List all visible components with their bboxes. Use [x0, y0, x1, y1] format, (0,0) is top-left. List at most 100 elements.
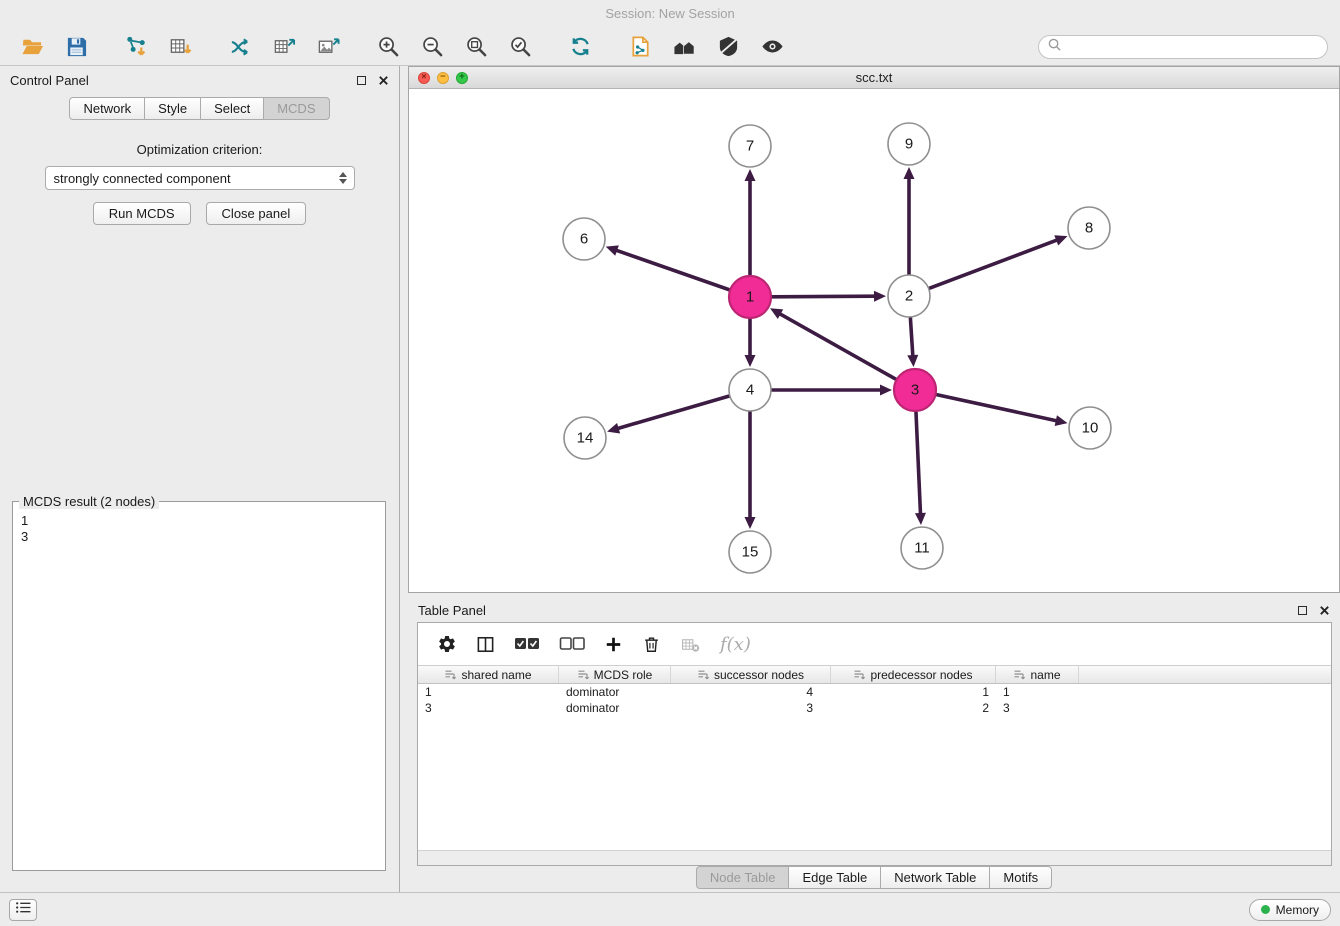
graph-node-15[interactable]: 15 — [729, 531, 771, 573]
select-all-button[interactable] — [514, 636, 540, 652]
column-header-mcds-role[interactable]: MCDS role — [559, 666, 671, 683]
tab-edge-table[interactable]: Edge Table — [788, 866, 881, 889]
deselect-all-button[interactable] — [559, 636, 585, 652]
mcds-result-list: 13 — [13, 511, 385, 547]
minimize-window-icon[interactable]: − — [437, 72, 449, 84]
graph-edge-3-11[interactable] — [915, 412, 926, 525]
sort-column-icon — [444, 669, 456, 681]
column-header-predecessor-nodes[interactable]: predecessor nodes — [831, 666, 996, 683]
column-header-label: predecessor nodes — [870, 668, 972, 682]
graph-node-8[interactable]: 8 — [1068, 207, 1110, 249]
float-table-panel-icon[interactable] — [1298, 606, 1307, 615]
home-button[interactable] — [664, 32, 704, 62]
graph-edge-1-4[interactable] — [745, 319, 756, 367]
import-table-button[interactable] — [160, 32, 200, 62]
status-bar: Memory — [0, 892, 1340, 926]
window-title: Session: New Session — [605, 6, 734, 21]
graph-node-3[interactable]: 3 — [894, 369, 936, 411]
graph-node-10[interactable]: 10 — [1069, 407, 1111, 449]
toolbar-separator — [204, 32, 216, 62]
network-canvas[interactable]: 7 9 6 8 1 2 4 3 14 10 15 11 — [409, 89, 1339, 592]
maximize-window-icon[interactable]: + — [456, 72, 468, 84]
graph-edge-3-1[interactable] — [770, 308, 896, 379]
tab-network[interactable]: Network — [69, 97, 145, 120]
memory-status-icon — [1261, 905, 1270, 914]
eye-button[interactable] — [752, 32, 792, 62]
search-field[interactable] — [1038, 35, 1328, 59]
graph-edge-1-6[interactable] — [606, 245, 730, 289]
search-icon — [1048, 38, 1061, 56]
network-window-title: scc.txt — [409, 70, 1339, 85]
table-row[interactable]: 3dominator323 — [418, 700, 1331, 716]
criterion-dropdown[interactable]: strongly connected component — [45, 166, 355, 190]
main-toolbar — [0, 28, 1340, 66]
close-panel-icon[interactable] — [378, 75, 389, 86]
table-cell: 3 — [996, 700, 1079, 716]
zoom-fit-button[interactable] — [456, 32, 496, 62]
graph-edge-2-9[interactable] — [904, 167, 915, 274]
show-columns-button[interactable] — [476, 635, 495, 654]
graph-edge-1-2[interactable] — [772, 291, 886, 302]
graph-node-label: 14 — [577, 430, 594, 447]
network-window-titlebar[interactable]: scc.txt × − + — [409, 67, 1339, 89]
export-table-button[interactable] — [264, 32, 304, 62]
column-header-successor-nodes[interactable]: successor nodes — [671, 666, 831, 683]
delete-row-button[interactable] — [642, 635, 661, 654]
tab-mcds[interactable]: MCDS — [263, 97, 329, 120]
select-all-icon — [514, 636, 540, 652]
graph-node-11[interactable]: 11 — [901, 527, 943, 569]
save-icon — [65, 35, 88, 58]
network-document-button[interactable] — [620, 32, 660, 62]
task-history-button[interactable] — [9, 899, 37, 921]
graph-edge-4-15[interactable] — [745, 412, 756, 529]
graph-node-4[interactable]: 4 — [729, 369, 771, 411]
show-columns-icon — [476, 635, 495, 654]
export-network-icon — [229, 35, 252, 58]
refresh-button[interactable] — [560, 32, 600, 62]
zoom-out-icon — [421, 35, 444, 58]
tab-style[interactable]: Style — [144, 97, 201, 120]
graph-edge-4-3[interactable] — [772, 385, 892, 396]
save-button[interactable] — [56, 32, 96, 62]
graph-edge-4-14[interactable] — [607, 396, 729, 433]
close-table-panel-icon[interactable] — [1319, 605, 1330, 616]
run-mcds-button[interactable]: Run MCDS — [93, 202, 191, 225]
graph-edge-3-10[interactable] — [936, 395, 1067, 426]
eye-icon — [761, 35, 784, 58]
graph-node-9[interactable]: 9 — [888, 123, 930, 165]
column-header-shared-name[interactable]: shared name — [418, 666, 559, 683]
style-button[interactable] — [708, 32, 748, 62]
graph-edge-1-7[interactable] — [745, 169, 756, 275]
export-network-button[interactable] — [220, 32, 260, 62]
tab-select[interactable]: Select — [200, 97, 264, 120]
graph-edge-2-8[interactable] — [930, 235, 1068, 288]
close-window-icon[interactable]: × — [418, 72, 430, 84]
graph-node-14[interactable]: 14 — [564, 417, 606, 459]
table-row[interactable]: 1dominator411 — [418, 684, 1331, 700]
add-row-button[interactable] — [604, 635, 623, 654]
graph-node-2[interactable]: 2 — [888, 275, 930, 317]
home-icon — [673, 35, 696, 58]
graph-node-1[interactable]: 1 — [729, 276, 771, 318]
tab-network-table[interactable]: Network Table — [880, 866, 990, 889]
horizontal-scrollbar[interactable] — [418, 850, 1331, 865]
float-panel-icon[interactable] — [357, 76, 366, 85]
column-header-name[interactable]: name — [996, 666, 1079, 683]
export-image-button[interactable] — [308, 32, 348, 62]
tab-motifs[interactable]: Motifs — [989, 866, 1052, 889]
import-network-button[interactable] — [116, 32, 156, 62]
search-input[interactable] — [1066, 39, 1318, 54]
tab-node-table[interactable]: Node Table — [696, 866, 790, 889]
graph-node-6[interactable]: 6 — [563, 218, 605, 260]
graph-edge-2-3[interactable] — [907, 318, 918, 367]
sort-column-icon — [1013, 669, 1025, 681]
settings-gear-button[interactable] — [437, 634, 457, 654]
memory-button[interactable]: Memory — [1249, 899, 1331, 921]
graph-node-7[interactable]: 7 — [729, 125, 771, 167]
zoom-selected-button[interactable] — [500, 32, 540, 62]
zoom-out-button[interactable] — [412, 32, 452, 62]
close-panel-button[interactable]: Close panel — [206, 202, 307, 225]
open-file-button[interactable] — [12, 32, 52, 62]
delete-table-button — [680, 635, 701, 654]
zoom-in-button[interactable] — [368, 32, 408, 62]
